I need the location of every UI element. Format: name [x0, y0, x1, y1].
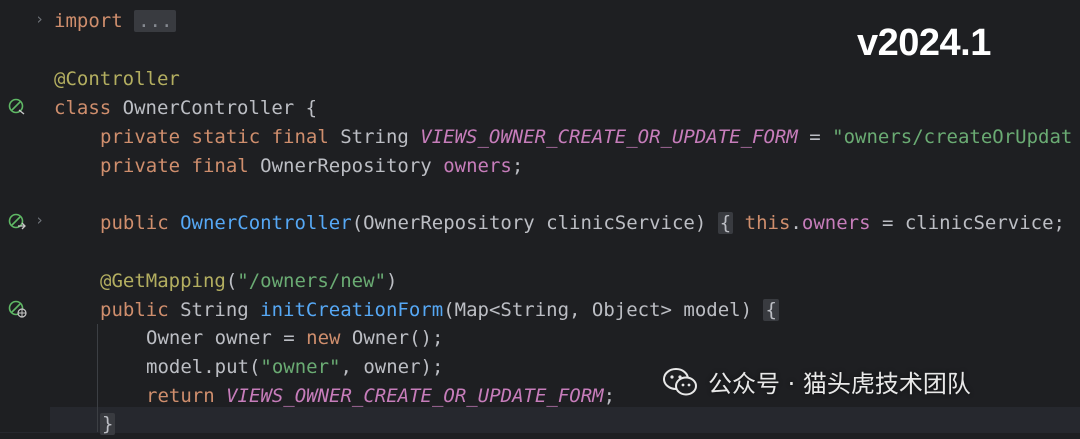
code-line-13: model.put("owner", owner); [146, 353, 443, 382]
semicolon: ; [603, 385, 616, 407]
code-line-12: Owner owner = new Owner(); [146, 324, 443, 353]
code-line-6: private final OwnerRepository owners; [100, 152, 523, 181]
constructor-name: OwnerController [180, 212, 352, 234]
open-brace: { [763, 299, 779, 321]
field-name: owners [801, 212, 871, 234]
code-line-5: private static final String VIEWS_OWNER_… [100, 123, 1072, 152]
watermark-text: 公众号 · 猫头虎技术团队 [708, 370, 971, 398]
annotation: @Controller [54, 68, 180, 90]
type-name: OwnerRepository [248, 155, 444, 177]
keyword: new [306, 327, 341, 349]
keyword: import [54, 10, 123, 32]
code-editor[interactable]: › › import ... @Controller class OwnerCo… [0, 0, 1080, 435]
constant-name: VIEWS_OWNER_CREATE_OR_UPDATE_FORM [420, 126, 798, 148]
fold-chevron-right-icon[interactable]: › [35, 10, 44, 28]
string-literal: "owners/createOrUpdat [832, 126, 1073, 148]
arguments: , owner); [340, 356, 444, 378]
keyword: public [100, 299, 169, 321]
operator: = [797, 126, 833, 148]
constructor-call: Owner(); [340, 327, 444, 349]
type-name: String [168, 299, 261, 321]
type-name: String [328, 126, 421, 148]
dot: . [790, 212, 802, 234]
paren: ( [225, 270, 238, 292]
code-line-15: } [100, 410, 116, 439]
parameters: (OwnerRepository clinicService) [351, 212, 707, 234]
paren: ) [386, 270, 398, 292]
string-literal: "/owners/new" [237, 270, 387, 292]
string-literal: "owner" [260, 356, 341, 378]
watermark: 公众号 · 猫头虎技术团队 [662, 364, 971, 399]
code-line-14: return VIEWS_OWNER_CREATE_OR_UPDATE_FORM… [146, 382, 615, 411]
field-name: owners [443, 155, 512, 177]
method-call: model.put( [146, 356, 261, 378]
assignment: = clinicService; [870, 212, 1065, 234]
folded-body-brace[interactable]: { [717, 212, 734, 234]
code-line-11: public String initCreationForm(Map<Strin… [100, 296, 779, 325]
code-line-3: @Controller [54, 65, 180, 94]
version-label: v2024.1 [857, 22, 991, 64]
method-name: initCreationForm [260, 299, 444, 321]
declaration: Owner owner = [146, 327, 307, 349]
wechat-icon [663, 367, 697, 395]
code-line-1: import ... [54, 7, 177, 36]
annotation: @GetMapping [100, 270, 226, 292]
spring-bean-icon[interactable] [8, 98, 25, 115]
code-line-4: class OwnerController { [54, 94, 317, 123]
constant-name: VIEWS_OWNER_CREATE_OR_UPDATE_FORM [226, 385, 604, 407]
keyword: public [100, 212, 169, 234]
editor-gutter: › › [0, 0, 50, 432]
code-line-8: public OwnerController(OwnerRepository c… [100, 209, 1065, 238]
class-declaration: OwnerController { [111, 97, 318, 119]
keyword: this [744, 212, 791, 234]
keyword: private final [100, 155, 249, 177]
parameters: (Map<String, Object> model) [443, 299, 764, 321]
fold-chevron-right-icon[interactable]: › [35, 211, 44, 229]
keyword: private static final [100, 126, 329, 148]
spring-endpoint-icon[interactable] [8, 300, 27, 318]
keyword: return [146, 385, 215, 407]
folded-imports[interactable]: ... [134, 10, 177, 32]
keyword: class [54, 97, 112, 119]
code-line-10: @GetMapping("/owners/new") [100, 267, 397, 296]
semicolon: ; [511, 155, 524, 177]
spring-autowire-icon[interactable] [8, 213, 26, 230]
